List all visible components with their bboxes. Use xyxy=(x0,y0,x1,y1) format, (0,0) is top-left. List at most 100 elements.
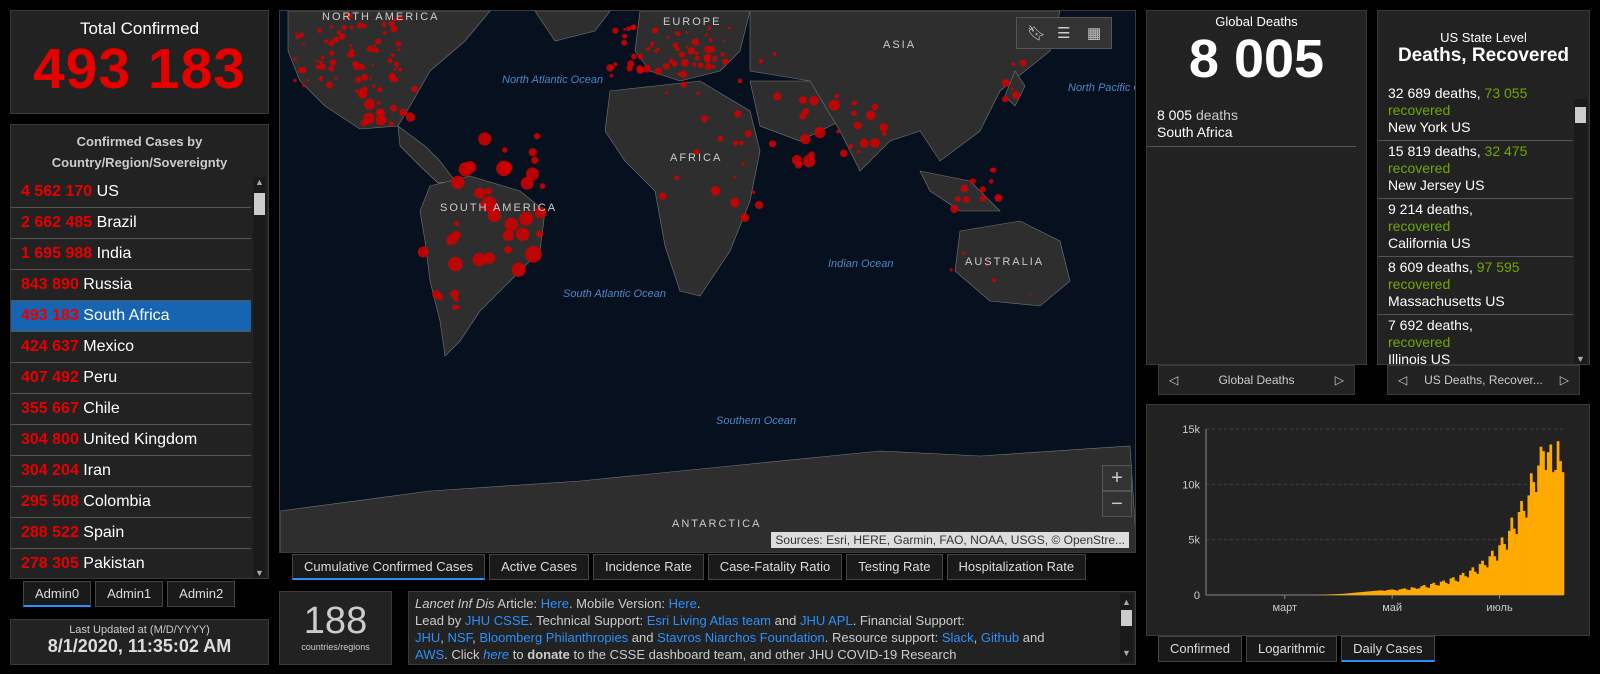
case-marker[interactable] xyxy=(317,28,322,33)
list-item[interactable]: 295 508 Colombia xyxy=(11,487,251,518)
map-canvas[interactable]: NORTH AMERICA EUROPE ASIA AFRICA SOUTH A… xyxy=(280,11,1136,553)
case-marker[interactable] xyxy=(1011,62,1016,67)
bar[interactable] xyxy=(1522,510,1526,595)
case-marker[interactable] xyxy=(650,44,654,48)
bar[interactable] xyxy=(1437,585,1441,595)
case-marker[interactable] xyxy=(533,133,541,140)
bar[interactable] xyxy=(1361,591,1365,595)
bar[interactable] xyxy=(1415,588,1419,595)
case-marker[interactable] xyxy=(712,58,716,62)
case-marker[interactable] xyxy=(606,64,614,72)
case-marker[interactable] xyxy=(315,59,319,63)
case-marker[interactable] xyxy=(360,119,368,127)
case-marker[interactable] xyxy=(295,34,301,40)
tab-admin0[interactable]: Admin0 xyxy=(23,581,92,607)
case-marker[interactable] xyxy=(687,47,696,55)
jhu-apl-link[interactable]: JHU APL xyxy=(800,613,853,628)
scroll-up-icon[interactable]: ▲ xyxy=(1120,594,1133,611)
case-marker[interactable] xyxy=(388,121,394,127)
case-marker[interactable] xyxy=(853,121,862,130)
bookmark-icon[interactable]: 🔖︎ xyxy=(1027,24,1046,42)
bar[interactable] xyxy=(1359,592,1363,595)
case-marker[interactable] xyxy=(525,246,542,263)
case-marker[interactable] xyxy=(950,205,959,213)
case-marker[interactable] xyxy=(372,84,376,88)
case-marker[interactable] xyxy=(336,30,341,35)
next-icon[interactable]: ▷ xyxy=(1560,366,1569,394)
case-marker[interactable] xyxy=(373,47,380,53)
bar[interactable] xyxy=(1327,594,1331,595)
list-item[interactable]: 8 609 deaths, 97 595 recovered Massachuset… xyxy=(1378,257,1573,315)
bar[interactable] xyxy=(1439,581,1443,595)
case-marker[interactable] xyxy=(325,81,333,89)
case-marker[interactable] xyxy=(808,151,815,158)
case-marker[interactable] xyxy=(676,32,681,36)
case-marker[interactable] xyxy=(328,40,335,47)
world-map[interactable]: NORTH AMERICA EUROPE ASIA AFRICA SOUTH A… xyxy=(279,10,1136,553)
map-attribution[interactable]: Sources: Esri, HERE, Garmin, FAO, NOAA, … xyxy=(771,532,1129,548)
case-marker[interactable] xyxy=(355,61,359,66)
case-marker[interactable] xyxy=(484,187,492,195)
list-item[interactable]: 4 562 170 US xyxy=(11,177,251,208)
bar[interactable] xyxy=(1493,556,1497,595)
bar[interactable] xyxy=(1542,451,1545,595)
bar[interactable] xyxy=(1512,528,1516,595)
bar[interactable] xyxy=(1505,549,1509,595)
bar[interactable] xyxy=(1559,461,1562,595)
case-marker[interactable] xyxy=(504,217,519,232)
case-marker[interactable] xyxy=(652,27,659,34)
scroll-down-icon[interactable]: ▼ xyxy=(253,568,266,578)
case-marker[interactable] xyxy=(677,72,682,77)
case-marker[interactable] xyxy=(302,84,306,88)
article-link[interactable]: Here xyxy=(541,596,569,611)
bar[interactable] xyxy=(1464,576,1467,595)
case-marker[interactable] xyxy=(302,43,305,46)
bar[interactable] xyxy=(1500,537,1504,595)
bar[interactable] xyxy=(1410,587,1414,595)
case-marker[interactable] xyxy=(362,86,368,92)
country-list-scrollbar[interactable]: ▲ ▼ xyxy=(253,177,266,578)
legend-list-icon[interactable]: ☰ xyxy=(1057,24,1070,42)
case-marker[interactable] xyxy=(1019,59,1027,67)
bar[interactable] xyxy=(1471,567,1475,595)
case-marker[interactable] xyxy=(329,59,337,66)
case-marker[interactable] xyxy=(646,46,651,52)
bar[interactable] xyxy=(1330,594,1333,595)
case-marker[interactable] xyxy=(315,64,319,69)
case-marker[interactable] xyxy=(502,147,508,153)
case-marker[interactable] xyxy=(800,134,811,145)
case-marker[interactable] xyxy=(500,161,513,174)
case-marker[interactable] xyxy=(802,108,810,115)
case-marker[interactable] xyxy=(859,138,869,148)
case-marker[interactable] xyxy=(681,58,689,67)
list-item[interactable]: 9 214 deaths, recovered California US xyxy=(1378,199,1573,257)
tab-admin2[interactable]: Admin2 xyxy=(167,581,236,607)
case-marker[interactable] xyxy=(613,62,618,67)
case-marker[interactable] xyxy=(754,200,764,210)
bar[interactable] xyxy=(1374,590,1377,595)
bar[interactable] xyxy=(1400,588,1404,595)
case-marker[interactable] xyxy=(672,63,676,67)
case-marker[interactable] xyxy=(436,293,444,301)
case-marker[interactable] xyxy=(1010,87,1014,91)
bar[interactable] xyxy=(1398,589,1402,595)
case-marker[interactable] xyxy=(659,192,667,200)
bar[interactable] xyxy=(1344,593,1348,595)
bar[interactable] xyxy=(1449,578,1453,595)
case-marker[interactable] xyxy=(349,25,354,30)
bar[interactable] xyxy=(1342,593,1346,595)
case-marker[interactable] xyxy=(730,197,740,208)
case-marker[interactable] xyxy=(744,130,752,138)
bar[interactable] xyxy=(1432,582,1436,595)
bar[interactable] xyxy=(1381,590,1385,595)
case-marker[interactable] xyxy=(329,25,334,29)
case-marker[interactable] xyxy=(722,40,726,43)
bar[interactable] xyxy=(1388,589,1392,595)
case-marker[interactable] xyxy=(515,227,530,242)
bar[interactable] xyxy=(1451,577,1455,595)
bar[interactable] xyxy=(1554,469,1557,595)
tab-daily-cases[interactable]: Daily Cases xyxy=(1341,636,1435,662)
bar[interactable] xyxy=(1420,586,1424,595)
tab-logarithmic[interactable]: Logarithmic xyxy=(1245,636,1338,662)
case-marker[interactable] xyxy=(856,149,861,154)
